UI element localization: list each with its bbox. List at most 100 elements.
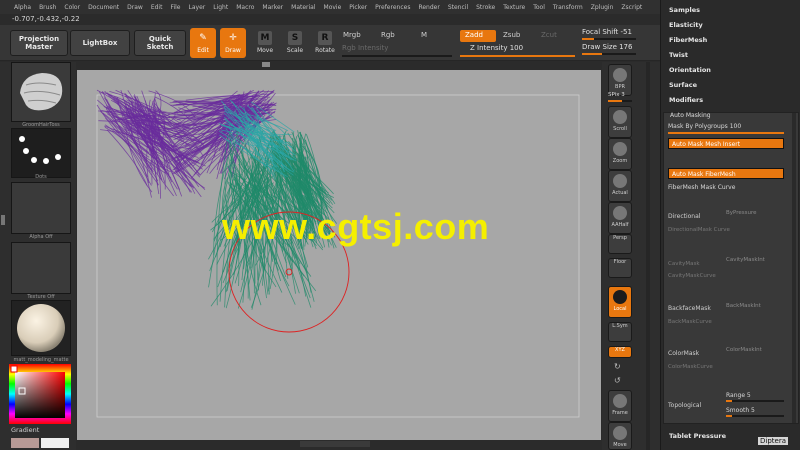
frame-button[interactable]: Frame [608, 390, 632, 422]
menu-item-zplugin[interactable]: Zplugin [587, 4, 618, 11]
color-picker[interactable] [9, 364, 71, 424]
lightbox-button[interactable]: LightBox [70, 30, 130, 56]
auto-masking-header[interactable]: Auto Masking [670, 112, 711, 119]
back-mask-int-slider[interactable]: BackMaskInt [726, 303, 761, 312]
auto-mask-fibermesh-toggle[interactable]: Auto Mask FiberMesh [668, 168, 784, 179]
local-icon [613, 290, 627, 304]
menu-item-macro[interactable]: Macro [232, 4, 258, 11]
draw-size-slider[interactable]: Draw Size 176 [582, 43, 632, 53]
floor-button[interactable]: Floor [608, 258, 632, 278]
menu-item-stroke[interactable]: Stroke [472, 4, 499, 11]
auto-masking-scrollbar[interactable] [792, 113, 796, 423]
topological-toggle[interactable]: Topological [668, 402, 701, 409]
zoom-button[interactable]: Zoom [608, 138, 632, 170]
actual-button[interactable]: Actual [608, 170, 632, 202]
menu-item-texture[interactable]: Texture [499, 4, 529, 11]
menu-item-tool[interactable]: Tool [529, 4, 549, 11]
orientation-section[interactable]: Orientation [669, 66, 711, 74]
bottom-shelf-toggle[interactable] [300, 441, 370, 447]
xyz-button[interactable]: XYZ [608, 346, 632, 358]
draw-button[interactable]: ✛ Draw [220, 28, 246, 58]
document-canvas[interactable] [77, 70, 601, 440]
back-mask-curve[interactable]: BackMaskCurve [668, 319, 712, 325]
menu-item-light[interactable]: Light [209, 4, 232, 11]
scale-button[interactable]: S Scale [282, 28, 308, 58]
zcut-toggle[interactable]: Zcut [536, 30, 562, 42]
texture-thumbnail[interactable] [11, 242, 71, 294]
menu-item-zscript[interactable]: Zscript [617, 4, 646, 11]
menu-item-edit[interactable]: Edit [147, 4, 167, 11]
menu-item-marker[interactable]: Marker [258, 4, 287, 11]
cavity-mask-toggle[interactable]: CavityMask [668, 261, 700, 267]
quick-sketch-button[interactable]: Quick Sketch [134, 30, 186, 56]
color-mask-toggle[interactable]: ColorMask [668, 350, 699, 357]
focal-shift-slider[interactable]: Focal Shift -51 [582, 28, 632, 38]
surface-section[interactable]: Surface [669, 81, 697, 89]
menu-item-picker[interactable]: Picker [345, 4, 371, 11]
samples-section[interactable]: Samples [669, 6, 700, 14]
material-label: matt_modeling_matte [13, 357, 69, 363]
menu-item-brush[interactable]: Brush [35, 4, 60, 11]
twist-section[interactable]: Twist [669, 51, 688, 59]
directional-mask-curve[interactable]: DirectionalMask Curve [668, 227, 730, 233]
rotate-button[interactable]: R Rotate [312, 28, 338, 58]
cavity-mask-curve[interactable]: CavityMaskCurve [668, 273, 716, 279]
menu-item-render[interactable]: Render [414, 4, 443, 11]
menu-item-stencil[interactable]: Stencil [444, 4, 472, 11]
move-view-button[interactable]: Move [608, 422, 632, 450]
color-mask-int-slider[interactable]: ColorMaskInt [726, 347, 762, 356]
menu-item-alpha[interactable]: Alpha [10, 4, 35, 11]
material-thumbnail[interactable] [11, 300, 71, 356]
edit-button[interactable]: ✎ Edit [190, 28, 216, 58]
move-button[interactable]: M Move [252, 28, 278, 58]
menu-item-transform[interactable]: Transform [549, 4, 587, 11]
fibermesh-section[interactable]: FiberMesh [669, 36, 707, 44]
menu-item-preferences[interactable]: Preferences [371, 4, 414, 11]
right-shelf-scrollbar[interactable] [646, 62, 650, 450]
menu-item-file[interactable]: File [166, 4, 184, 11]
aahalf-button[interactable]: AAHalf [608, 202, 632, 234]
main-color-swatch[interactable] [41, 438, 69, 448]
menu-item-movie[interactable]: Movie [320, 4, 346, 11]
color-mask-curve[interactable]: ColorMaskCurve [668, 364, 713, 370]
z-intensity-slider[interactable]: Z Intensity 100 [470, 44, 523, 54]
rgb-toggle[interactable]: Rgb [376, 30, 400, 42]
projection-master-button[interactable]: Projection Master [10, 30, 68, 56]
spix-label[interactable]: SPix 3 [608, 92, 625, 98]
left-tray-toggle-icon[interactable] [1, 215, 5, 225]
persp-button[interactable]: Persp [608, 234, 632, 254]
rgb-intensity-slider[interactable]: Rgb Intensity [342, 44, 388, 54]
menu-item-material[interactable]: Material [287, 4, 319, 11]
smooth-slider[interactable]: Smooth 5 [726, 407, 755, 414]
menu-item-color[interactable]: Color [60, 4, 84, 11]
cavity-mask-int-slider[interactable]: CavityMaskInt [726, 257, 765, 266]
modifiers-section[interactable]: Modifiers [669, 96, 703, 104]
backface-mask-toggle[interactable]: BackfaceMask [668, 305, 711, 312]
m-toggle[interactable]: M [416, 30, 432, 42]
elasticity-section[interactable]: Elasticity [669, 21, 703, 29]
mask-by-polygroups-slider[interactable]: Mask By Polygroups 100 [668, 123, 741, 130]
local-button[interactable]: Local [608, 286, 632, 318]
rotate-y-icon[interactable]: ↻ [614, 362, 621, 371]
secondary-color-swatch[interactable] [11, 438, 39, 448]
by-pressure-slider[interactable]: ByPressure [726, 210, 757, 219]
menu-item-document[interactable]: Document [84, 4, 123, 11]
rotate-z-icon[interactable]: ↺ [614, 376, 621, 385]
directional-toggle[interactable]: Directional [668, 213, 700, 220]
range-slider[interactable]: Range 5 [726, 392, 751, 399]
scroll-button[interactable]: Scroll [608, 106, 632, 138]
auto-mask-mesh-insert-toggle[interactable]: Auto Mask Mesh Insert [668, 138, 784, 149]
tablet-pressure-section[interactable]: Tablet Pressure [669, 432, 726, 440]
menu-item-draw[interactable]: Draw [123, 4, 147, 11]
fibermesh-mask-curve[interactable]: FiberMesh Mask Curve [668, 184, 735, 191]
menu-item-layer[interactable]: Layer [185, 4, 210, 11]
top-shelf-toggle-icon[interactable] [262, 62, 270, 67]
lsym-button[interactable]: L.Sym [608, 322, 632, 342]
zadd-toggle[interactable]: Zadd [460, 30, 496, 42]
brush-thumbnail[interactable] [11, 62, 71, 122]
hair-model-viewport[interactable] [77, 70, 601, 440]
zsub-toggle[interactable]: Zsub [498, 30, 525, 42]
stroke-thumbnail[interactable] [11, 128, 71, 178]
mrgb-toggle[interactable]: Mrgb [338, 30, 366, 42]
alpha-thumbnail[interactable] [11, 182, 71, 234]
